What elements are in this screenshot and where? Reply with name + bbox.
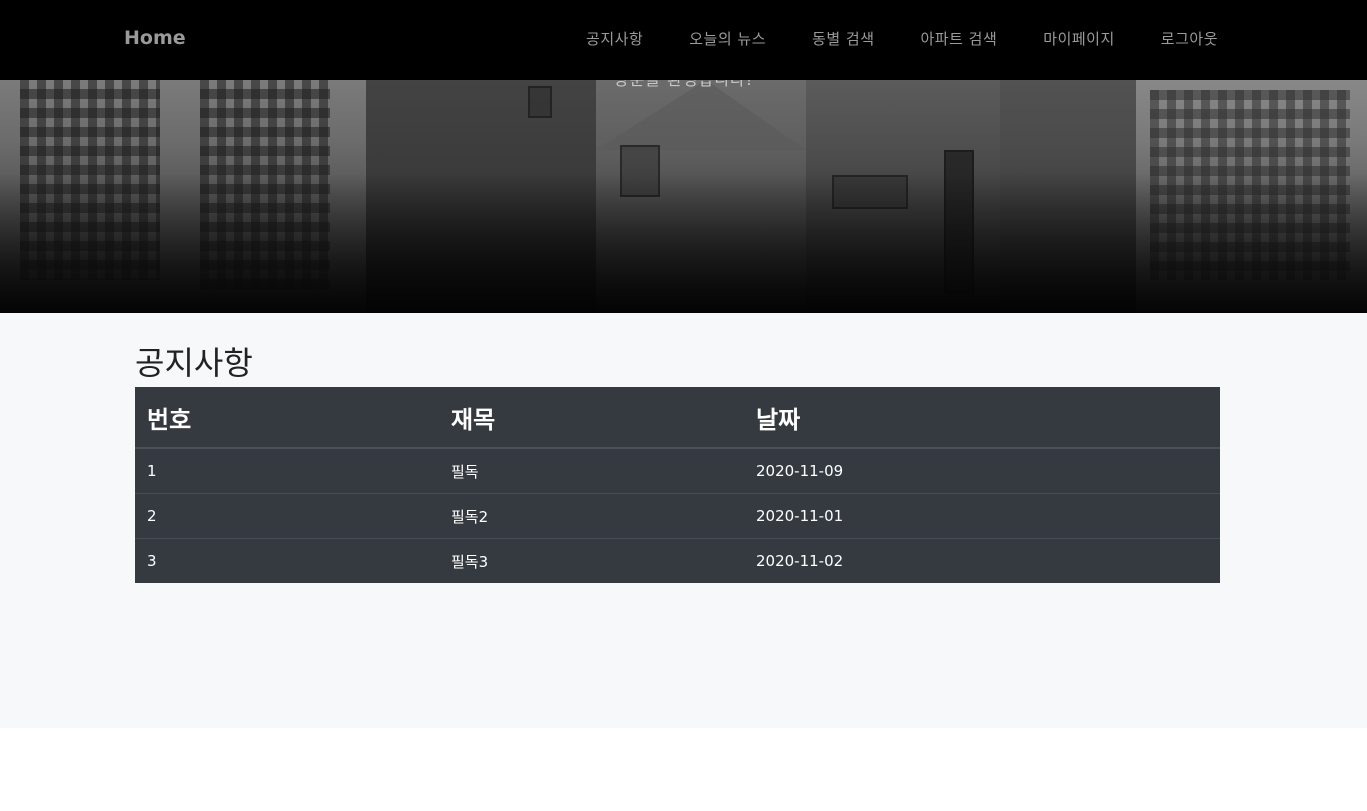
- page-title: 공지사항: [135, 344, 253, 382]
- nav-link-notice[interactable]: 공지사항: [586, 28, 643, 49]
- cell-number: 3: [135, 538, 439, 583]
- cell-date: 2020-11-09: [756, 462, 844, 480]
- cell-title[interactable]: 필독3: [439, 538, 744, 583]
- table-row[interactable]: 3 필독3 2020-11-02: [135, 538, 1220, 583]
- hero-gradient-overlay: [0, 173, 1367, 313]
- notice-table: 번호 재목 날짜 1 필독 2020-11-09 2 필독2 2020-11-0…: [135, 387, 1220, 583]
- cell-title[interactable]: 필독2: [439, 493, 744, 539]
- cell-number: 2: [135, 493, 439, 539]
- cell-date: 2020-11-01: [744, 493, 1220, 539]
- hero-window: [528, 86, 552, 118]
- nav-menu: 공지사항 오늘의 뉴스 동별 검색 아파트 검색 마이페이지 로그아웃: [540, 28, 1218, 49]
- nav-link-logout[interactable]: 로그아웃: [1161, 28, 1218, 49]
- column-header-title: 재목: [439, 387, 744, 449]
- column-header-date: 날짜: [744, 387, 1220, 449]
- nav-link-today-news[interactable]: 오늘의 뉴스: [689, 28, 766, 49]
- nav-link-apartment-search[interactable]: 아파트 검색: [921, 28, 998, 49]
- nav-link-dong-search[interactable]: 동별 검색: [812, 28, 874, 49]
- main-content: 공지사항 번호 재목 날짜 1 필독 2020-11-09 2 필독2 2020…: [0, 313, 1367, 728]
- nav-link-mypage[interactable]: 마이페이지: [1043, 28, 1115, 49]
- table-row[interactable]: 1 필독 2020-11-09: [135, 448, 1220, 494]
- cell-title[interactable]: 필독: [439, 448, 744, 494]
- top-navbar: Home 공지사항 오늘의 뉴스 동별 검색 아파트 검색 마이페이지 로그아웃: [0, 0, 1367, 80]
- table-row[interactable]: 2 필독2 2020-11-01: [135, 493, 1220, 539]
- hero-roof-shape: [596, 80, 806, 150]
- table-header-row: 번호 재목 날짜: [135, 387, 1220, 449]
- home-link[interactable]: Home: [124, 27, 186, 49]
- cell-date: 2020-11-02: [744, 538, 1220, 583]
- cell-number: 1: [147, 462, 157, 480]
- column-header-number: 번호: [135, 387, 439, 449]
